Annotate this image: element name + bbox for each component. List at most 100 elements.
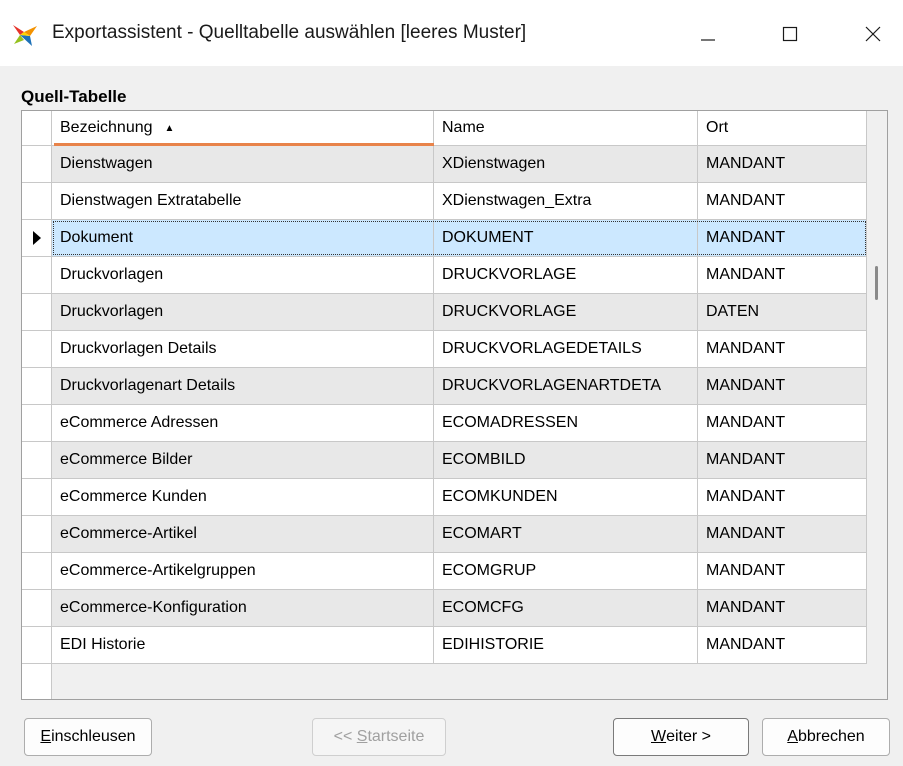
cell-name[interactable]: XDienstwagen: [434, 146, 698, 183]
cell-bezeichnung[interactable]: Druckvorlagen Details: [52, 331, 434, 368]
row-indicator[interactable]: [22, 294, 52, 331]
table-row[interactable]: eCommerce Bilder ECOMBILD MANDANT: [22, 442, 867, 479]
cell-name[interactable]: ECOMBILD: [434, 442, 698, 479]
close-button[interactable]: [850, 14, 896, 54]
maximize-button[interactable]: [767, 14, 813, 54]
cell-bezeichnung[interactable]: eCommerce Adressen: [52, 405, 434, 442]
cell-name[interactable]: ECOMCFG: [434, 590, 698, 627]
row-indicator[interactable]: [22, 553, 52, 590]
cell-bezeichnung[interactable]: Dienstwagen: [52, 146, 434, 183]
mnemonic-letter: S: [356, 728, 368, 745]
cell-name[interactable]: DRUCKVORLAGEDETAILS: [434, 331, 698, 368]
table-row[interactable]: Dienstwagen Extratabelle XDienstwagen_Ext…: [22, 183, 867, 220]
close-icon: [865, 26, 881, 42]
row-indicator[interactable]: [22, 331, 52, 368]
cell-name[interactable]: ECOMART: [434, 516, 698, 553]
cell-name[interactable]: DOKUMENT: [434, 220, 698, 257]
cell-bezeichnung[interactable]: EDI Historie: [52, 627, 434, 664]
cell-ort[interactable]: MANDANT: [698, 220, 867, 257]
button-label: bbrechen: [797, 728, 865, 745]
table-row[interactable]: eCommerce-Konfiguration ECOMCFG MANDANT: [22, 590, 867, 627]
section-label: Quell-Tabelle: [21, 87, 127, 106]
column-header-label: Bezeichnung: [60, 119, 153, 136]
row-indicator[interactable]: [22, 516, 52, 553]
table-row[interactable]: EDI Historie EDIHISTORIE MANDANT: [22, 627, 867, 664]
cell-ort[interactable]: MANDANT: [698, 331, 867, 368]
row-indicator[interactable]: [22, 146, 52, 183]
cell-ort[interactable]: MANDANT: [698, 516, 867, 553]
cell-ort[interactable]: MANDANT: [698, 368, 867, 405]
table-rows: Dienstwagen XDienstwagen MANDANT Dienstwage…: [22, 146, 867, 664]
cell-ort[interactable]: MANDANT: [698, 183, 867, 220]
grid-body: Bezeichnung ▲ Name Ort Dienstwagen XDiens…: [22, 111, 867, 699]
cell-name[interactable]: DRUCKVORLAGE: [434, 294, 698, 331]
row-indicator[interactable]: [22, 590, 52, 627]
cell-name[interactable]: ECOMADRESSEN: [434, 405, 698, 442]
startseite-button[interactable]: << Startseite: [312, 718, 446, 756]
column-header-name[interactable]: Name: [434, 111, 698, 146]
cell-ort[interactable]: MANDANT: [698, 405, 867, 442]
cell-ort[interactable]: MANDANT: [698, 627, 867, 664]
table-row[interactable]: eCommerce Adressen ECOMADRESSEN MANDANT: [22, 405, 867, 442]
row-indicator[interactable]: [22, 220, 52, 257]
cell-ort[interactable]: MANDANT: [698, 479, 867, 516]
cell-name[interactable]: ECOMKUNDEN: [434, 479, 698, 516]
column-header-bezeichnung[interactable]: Bezeichnung ▲: [52, 111, 434, 146]
column-header-label: Name: [442, 119, 485, 136]
table-row[interactable]: Druckvorlagen Details DRUCKVORLAGEDETAILS…: [22, 331, 867, 368]
mnemonic-letter: W: [650, 728, 667, 745]
cell-bezeichnung[interactable]: Druckvorlagenart Details: [52, 368, 434, 405]
row-indicator[interactable]: [22, 627, 52, 664]
cell-ort[interactable]: MANDANT: [698, 442, 867, 479]
row-indicator[interactable]: [22, 479, 52, 516]
table-row[interactable]: eCommerce-Artikelgruppen ECOMGRUP MANDANT: [22, 553, 867, 590]
column-header-label: Ort: [706, 119, 729, 136]
cell-bezeichnung[interactable]: eCommerce-Artikel: [52, 516, 434, 553]
cell-ort[interactable]: MANDANT: [698, 146, 867, 183]
cell-ort[interactable]: MANDANT: [698, 257, 867, 294]
table-row[interactable]: Dienstwagen XDienstwagen MANDANT: [22, 146, 867, 183]
cell-bezeichnung[interactable]: eCommerce Bilder: [52, 442, 434, 479]
row-indicator[interactable]: [22, 183, 52, 220]
row-indicator[interactable]: [22, 257, 52, 294]
cell-bezeichnung[interactable]: Druckvorlagen: [52, 294, 434, 331]
table-row[interactable]: eCommerce Kunden ECOMKUNDEN MANDANT: [22, 479, 867, 516]
column-header-ort[interactable]: Ort: [698, 111, 867, 146]
minimize-button[interactable]: [685, 14, 731, 54]
cell-name[interactable]: EDIHISTORIE: [434, 627, 698, 664]
cell-ort[interactable]: MANDANT: [698, 590, 867, 627]
cell-name[interactable]: XDienstwagen_Extra: [434, 183, 698, 220]
cell-bezeichnung[interactable]: eCommerce-Konfiguration: [52, 590, 434, 627]
scrollbar-thumb[interactable]: [875, 266, 878, 300]
maximize-icon: [782, 26, 798, 42]
table-row[interactable]: Druckvorlagenart Details DRUCKVORLAGENART…: [22, 368, 867, 405]
table-row[interactable]: Druckvorlagen DRUCKVORLAGE MANDANT: [22, 257, 867, 294]
cell-name[interactable]: DRUCKVORLAGENARTDETA: [434, 368, 698, 405]
cell-bezeichnung[interactable]: Druckvorlagen: [52, 257, 434, 294]
row-indicator[interactable]: [22, 405, 52, 442]
cell-bezeichnung[interactable]: eCommerce-Artikelgruppen: [52, 553, 434, 590]
cell-name[interactable]: ECOMGRUP: [434, 553, 698, 590]
cell-bezeichnung[interactable]: eCommerce Kunden: [52, 479, 434, 516]
table-header: Bezeichnung ▲ Name Ort: [22, 111, 867, 146]
cell-bezeichnung[interactable]: Dienstwagen Extratabelle: [52, 183, 434, 220]
cell-bezeichnung[interactable]: Dokument: [52, 220, 434, 257]
current-row-icon: [32, 231, 41, 245]
button-label: tartseite: [367, 728, 425, 745]
cell-name[interactable]: DRUCKVORLAGE: [434, 257, 698, 294]
source-table-grid[interactable]: Bezeichnung ▲ Name Ort Dienstwagen XDiens…: [21, 110, 888, 700]
row-indicator[interactable]: [22, 368, 52, 405]
abbrechen-button[interactable]: Abbrechen: [762, 718, 890, 756]
table-row[interactable]: eCommerce-Artikel ECOMART MANDANT: [22, 516, 867, 553]
vertical-scrollbar[interactable]: [867, 111, 887, 699]
row-indicator[interactable]: [22, 442, 52, 479]
cell-ort[interactable]: MANDANT: [698, 553, 867, 590]
table-row[interactable]: Dokument DOKUMENT MANDANT: [22, 220, 867, 257]
window-title: Exportassistent - Quelltabelle auswählen…: [52, 22, 527, 43]
weiter-button[interactable]: Weiter >: [613, 718, 749, 756]
cell-ort[interactable]: DATEN: [698, 294, 867, 331]
button-label: eiter >: [666, 728, 712, 745]
app-icon: [13, 25, 37, 46]
einschleusen-button[interactable]: Einschleusen: [24, 718, 152, 756]
table-row[interactable]: Druckvorlagen DRUCKVORLAGE DATEN: [22, 294, 867, 331]
